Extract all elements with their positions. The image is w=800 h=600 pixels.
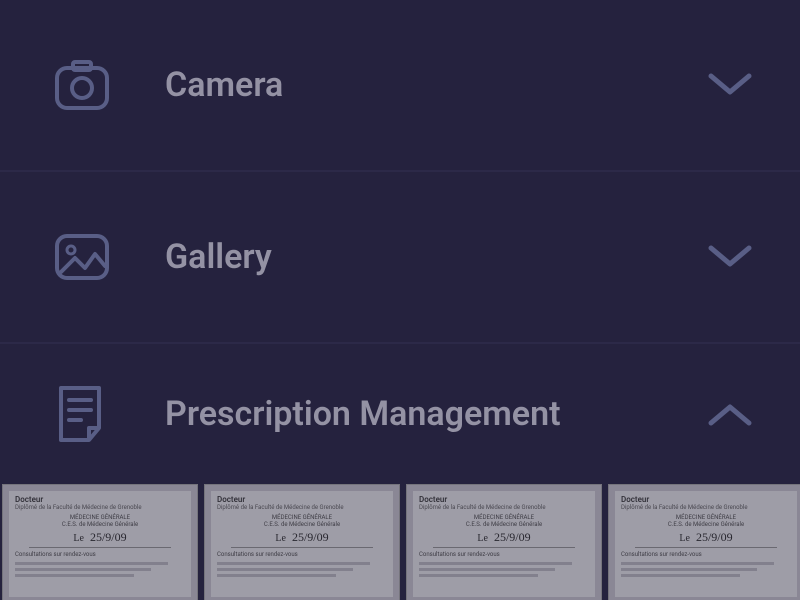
section-prescription: Prescription Management Docteur Diplômé … <box>0 344 800 600</box>
prescription-thumb[interactable]: Docteur Diplômé de la Faculté de Médecin… <box>608 484 800 600</box>
thumb-header: Docteur <box>9 491 191 504</box>
chevron-up-icon <box>700 401 760 427</box>
thumb-header: Docteur <box>615 491 797 504</box>
row-gallery[interactable]: Gallery <box>0 172 800 342</box>
gallery-icon <box>55 232 125 282</box>
section-label: Camera <box>125 65 700 105</box>
row-prescription[interactable]: Prescription Management <box>0 344 800 484</box>
row-camera[interactable]: Camera <box>0 0 800 170</box>
camera-icon <box>55 60 125 110</box>
section-camera: Camera <box>0 0 800 172</box>
prescription-thumb[interactable]: Docteur Diplômé de la Faculté de Médecin… <box>2 484 198 600</box>
section-label: Gallery <box>125 237 700 277</box>
thumb-header: Docteur <box>413 491 595 504</box>
chevron-down-icon <box>700 244 760 270</box>
document-icon <box>55 386 125 442</box>
prescription-thumb[interactable]: Docteur Diplômé de la Faculté de Médecin… <box>204 484 400 600</box>
prescription-thumb[interactable]: Docteur Diplômé de la Faculté de Médecin… <box>406 484 602 600</box>
section-gallery: Gallery <box>0 172 800 344</box>
prescription-thumbnails: Docteur Diplômé de la Faculté de Médecin… <box>0 484 800 600</box>
chevron-down-icon <box>700 72 760 98</box>
thumb-header: Docteur <box>211 491 393 504</box>
section-label: Prescription Management <box>125 394 700 434</box>
